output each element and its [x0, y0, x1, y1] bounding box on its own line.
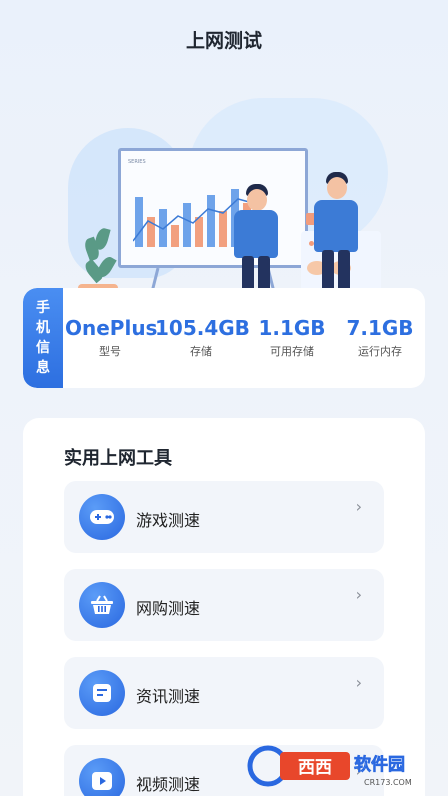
tool-item-news[interactable]: 资讯测速 ›	[64, 657, 384, 729]
stat-label: 存储	[190, 345, 212, 358]
stat-value: 1.1GB	[258, 316, 326, 340]
board-label: SERIES	[128, 159, 146, 165]
tool-item-game[interactable]: 游戏测速 ›	[64, 481, 384, 553]
stat-label: 型号	[99, 345, 121, 358]
play-icon	[79, 758, 125, 796]
stat-value: OnePlus	[65, 316, 158, 340]
stat-available: 1.1GB 可用存储	[247, 315, 337, 359]
info-stats: OnePlus 型号 105.4GB 存储 1.1GB 可用存储 7.1GB 运…	[65, 315, 425, 359]
tag-char: 手	[36, 300, 50, 316]
phone-info-card: 手 机 信 息 OnePlus 型号 105.4GB 存储 1.1GB 可用存储…	[23, 288, 425, 388]
hero-illustration: SERIES WIN	[58, 88, 408, 318]
stat-ram: 7.1GB 运行内存	[337, 315, 423, 359]
stat-model: OnePlus 型号	[65, 315, 158, 359]
tools-card: 实用上网工具 游戏测速 › 网购测速 › 资讯测速 › 视频测速 ›	[23, 418, 425, 796]
tool-label: 资讯测速	[136, 687, 201, 706]
stat-value: 105.4GB	[155, 316, 250, 340]
stat-label: 运行内存	[358, 345, 402, 358]
tool-item-shopping[interactable]: 网购测速 ›	[64, 569, 384, 641]
news-icon	[79, 670, 125, 716]
svg-text:CR173.COM: CR173.COM	[364, 778, 412, 787]
shopping-basket-icon	[79, 582, 125, 628]
chevron-right-icon: ›	[355, 673, 362, 692]
page-title: 上网测试	[185, 30, 262, 52]
phone-info-tag: 手 机 信 息	[23, 288, 63, 388]
tag-char: 信	[36, 340, 50, 356]
svg-text:软件园: 软件园	[354, 754, 405, 775]
tag-char: 机	[36, 320, 50, 336]
tools-title: 实用上网工具	[64, 448, 172, 469]
tool-label: 视频测速	[136, 775, 201, 794]
tool-label: 游戏测速	[136, 511, 201, 530]
tag-char: 息	[36, 360, 50, 376]
stat-storage: 105.4GB 存储	[155, 315, 250, 359]
gamepad-icon	[79, 494, 125, 540]
stat-label: 可用存储	[270, 345, 314, 358]
chevron-right-icon: ›	[355, 585, 362, 604]
stat-value: 7.1GB	[346, 316, 414, 340]
watermark-logo: 西西 软件园 CR173.COM	[246, 742, 442, 790]
tool-label: 网购测速	[136, 599, 201, 618]
chevron-right-icon: ›	[355, 497, 362, 516]
svg-text:西西: 西西	[298, 758, 332, 778]
